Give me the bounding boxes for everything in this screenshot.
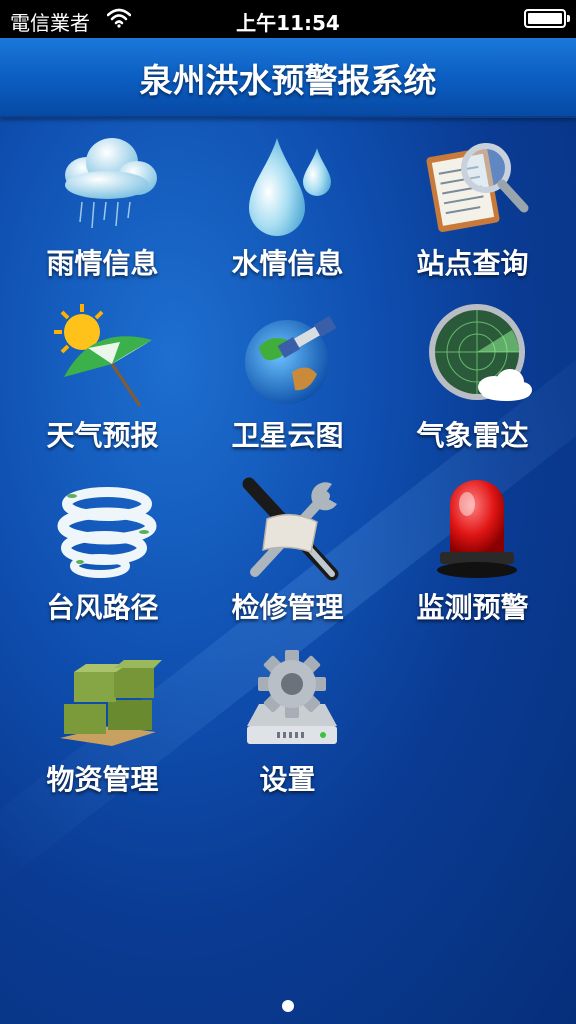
menu-item-monitoring-alert[interactable]: 监测预警 bbox=[380, 462, 565, 632]
title-bar: 泉州洪水预警报系统 bbox=[0, 38, 576, 118]
rain-cloud-icon bbox=[65, 138, 157, 229]
wrench-screwdriver-icon bbox=[242, 477, 339, 581]
settings-gear-icon bbox=[247, 650, 337, 744]
app-title: 泉州洪水预警报系统 bbox=[139, 61, 437, 100]
water-drop-icon bbox=[249, 138, 331, 236]
battery-icon bbox=[524, 9, 570, 28]
menu-item-supplies-mgmt[interactable]: 物资管理 bbox=[10, 634, 195, 804]
supply-boxes-icon bbox=[60, 660, 162, 746]
sun-umbrella-icon bbox=[54, 304, 152, 407]
menu-item-label: 设置 bbox=[259, 763, 316, 796]
menu-item-maintenance-mgmt[interactable]: 检修管理 bbox=[195, 462, 380, 632]
page-indicator-dot bbox=[282, 1000, 294, 1012]
clock: 上午11:54 bbox=[236, 11, 340, 35]
magnifier-clipboard-icon bbox=[426, 143, 529, 232]
menu-item-rain-info[interactable]: 雨情信息 bbox=[10, 118, 195, 288]
alarm-siren-icon bbox=[437, 480, 517, 578]
menu-item-station-query[interactable]: 站点查询 bbox=[380, 118, 565, 288]
satellite-globe-icon bbox=[245, 315, 337, 404]
menu-item-weather-forecast[interactable]: 天气预报 bbox=[10, 290, 195, 460]
typhoon-icon bbox=[57, 487, 157, 578]
menu-item-label: 站点查询 bbox=[416, 247, 529, 280]
menu-item-label: 台风路径 bbox=[46, 591, 159, 624]
menu-item-label: 水情信息 bbox=[231, 247, 344, 280]
menu-item-typhoon-path[interactable]: 台风路径 bbox=[10, 462, 195, 632]
menu-item-satellite-image[interactable]: 卫星云图 bbox=[195, 290, 380, 460]
menu-item-label: 监测预警 bbox=[416, 591, 529, 624]
menu-item-label: 气象雷达 bbox=[416, 419, 529, 452]
radar-icon bbox=[429, 304, 532, 401]
menu-item-label: 天气预报 bbox=[46, 419, 159, 452]
menu-item-weather-radar[interactable]: 气象雷达 bbox=[380, 290, 565, 460]
menu-item-label: 卫星云图 bbox=[231, 419, 344, 452]
menu-item-label: 雨情信息 bbox=[46, 247, 159, 280]
menu-item-label: 物资管理 bbox=[46, 763, 159, 796]
menu-item-label: 检修管理 bbox=[231, 591, 344, 624]
status-bar: 電信業者 上午11:54 bbox=[0, 0, 576, 38]
menu-item-water-info[interactable]: 水情信息 bbox=[195, 118, 380, 288]
menu-item-settings[interactable]: 设置 bbox=[195, 634, 380, 804]
